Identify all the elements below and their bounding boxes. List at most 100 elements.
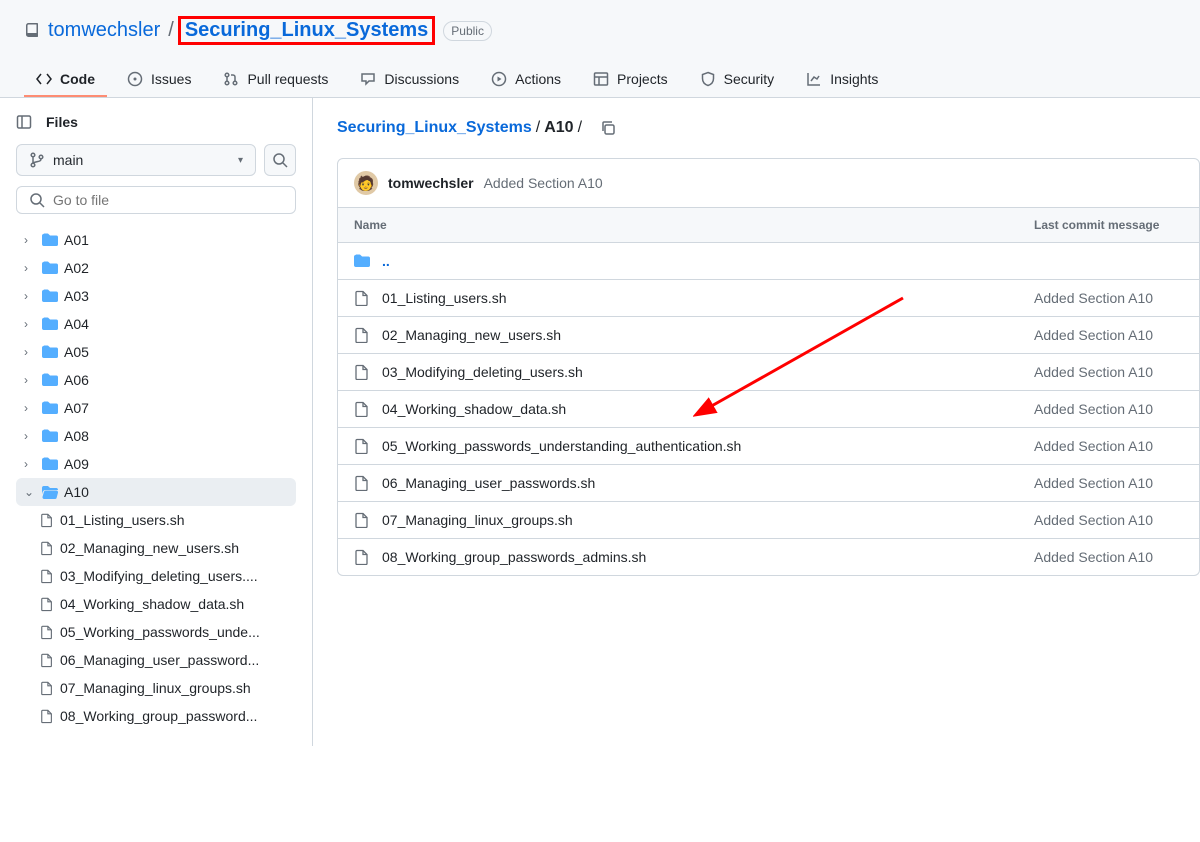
commit-message[interactable]: Added Section A10 — [484, 175, 603, 191]
folder-icon — [42, 316, 58, 332]
tab-issues[interactable]: Issues — [115, 63, 203, 97]
row-commit-msg[interactable]: Added Section A10 — [1034, 327, 1153, 343]
tree-file-02_managing_new_users.sh[interactable]: 02_Managing_new_users.sh — [16, 534, 296, 562]
tree-folder-a02[interactable]: ›A02 — [16, 254, 296, 282]
file-icon — [354, 327, 370, 343]
tab-label: Pull requests — [247, 71, 328, 87]
folder-icon — [42, 484, 58, 500]
file-table: Name Last commit message .. 01_Listing_u… — [337, 208, 1200, 576]
panel-icon[interactable] — [16, 114, 32, 130]
search-icon — [272, 152, 288, 168]
tree-folder-a05[interactable]: ›A05 — [16, 338, 296, 366]
tab-discussions[interactable]: Discussions — [348, 63, 471, 97]
file-icon — [354, 512, 370, 528]
file-row[interactable]: 05_Working_passwords_understanding_authe… — [338, 428, 1199, 465]
search-tree-button[interactable] — [264, 144, 296, 176]
tree-folder-a04[interactable]: ›A04 — [16, 310, 296, 338]
tab-actions[interactable]: Actions — [479, 63, 573, 97]
chevron-icon: › — [24, 261, 36, 275]
folder-icon — [42, 400, 58, 416]
file-row[interactable]: 06_Managing_user_passwords.sh Added Secti… — [338, 465, 1199, 502]
file-name[interactable]: 07_Managing_linux_groups.sh — [382, 512, 573, 528]
play-icon — [491, 71, 507, 87]
tree-item-label: A01 — [64, 232, 89, 248]
tab-label: Discussions — [384, 71, 459, 87]
file-name[interactable]: 06_Managing_user_passwords.sh — [382, 475, 595, 491]
branch-name: main — [53, 152, 83, 168]
file-icon — [354, 364, 370, 380]
file-name[interactable]: 02_Managing_new_users.sh — [382, 327, 561, 343]
avatar[interactable]: 🧑 — [354, 171, 378, 195]
path-separator: / — [168, 19, 174, 42]
row-commit-msg[interactable]: Added Section A10 — [1034, 290, 1153, 306]
tab-insights[interactable]: Insights — [794, 63, 890, 97]
file-filter-input[interactable] — [53, 192, 283, 208]
file-name[interactable]: 01_Listing_users.sh — [382, 290, 507, 306]
row-commit-msg[interactable]: Added Section A10 — [1034, 475, 1153, 491]
tree-folder-a03[interactable]: ›A03 — [16, 282, 296, 310]
row-commit-msg[interactable]: Added Section A10 — [1034, 364, 1153, 380]
branch-picker[interactable]: main ▾ — [16, 144, 256, 176]
row-commit-msg[interactable]: Added Section A10 — [1034, 401, 1153, 417]
tree-folder-a06[interactable]: ›A06 — [16, 366, 296, 394]
chevron-down-icon: ▾ — [238, 155, 243, 166]
tree-file-07_managing_linux_groups.sh[interactable]: 07_Managing_linux_groups.sh — [16, 674, 296, 702]
tree-file-08_working_group_password...[interactable]: 08_Working_group_password... — [16, 702, 296, 730]
tree-file-03_modifying_deleting_users....[interactable]: 03_Modifying_deleting_users.... — [16, 562, 296, 590]
parent-dir-row[interactable]: .. — [338, 243, 1199, 280]
file-filter[interactable] — [16, 186, 296, 214]
tab-projects[interactable]: Projects — [581, 63, 680, 97]
file-row[interactable]: 04_Working_shadow_data.sh Added Section A… — [338, 391, 1199, 428]
file-icon — [354, 438, 370, 454]
tree-file-05_working_passwords_unde...[interactable]: 05_Working_passwords_unde... — [16, 618, 296, 646]
folder-icon — [354, 253, 370, 269]
tab-code[interactable]: Code — [24, 63, 107, 97]
tab-pull-requests[interactable]: Pull requests — [211, 63, 340, 97]
tree-file-04_working_shadow_data.sh[interactable]: 04_Working_shadow_data.sh — [16, 590, 296, 618]
file-row[interactable]: 02_Managing_new_users.sh Added Section A1… — [338, 317, 1199, 354]
tab-security[interactable]: Security — [688, 63, 787, 97]
repo-name-link[interactable]: Securing_Linux_Systems — [185, 19, 428, 41]
file-icon — [40, 624, 54, 640]
latest-commit-bar[interactable]: 🧑 tomwechsler Added Section A10 — [337, 158, 1200, 208]
row-commit-msg[interactable]: Added Section A10 — [1034, 438, 1153, 454]
file-table-header: Name Last commit message — [338, 208, 1199, 243]
row-commit-msg[interactable]: Added Section A10 — [1034, 512, 1153, 528]
tree-item-label: A06 — [64, 372, 89, 388]
row-commit-msg[interactable]: Added Section A10 — [1034, 549, 1153, 565]
tree-folder-a09[interactable]: ›A09 — [16, 450, 296, 478]
tree-folder-a08[interactable]: ›A08 — [16, 422, 296, 450]
tree-folder-a10[interactable]: ⌄A10 — [16, 478, 296, 506]
file-icon — [40, 540, 54, 556]
tree-folder-a01[interactable]: › A01 — [16, 226, 296, 254]
tab-label: Issues — [151, 71, 191, 87]
tree-item-label: A07 — [64, 400, 89, 416]
issues-icon — [127, 71, 143, 87]
tab-label: Security — [724, 71, 775, 87]
tab-label: Actions — [515, 71, 561, 87]
file-row[interactable]: 03_Modifying_deleting_users.sh Added Sect… — [338, 354, 1199, 391]
tree-folder-a07[interactable]: ›A07 — [16, 394, 296, 422]
chevron-icon: › — [24, 457, 36, 471]
file-name[interactable]: 05_Working_passwords_understanding_authe… — [382, 438, 741, 454]
tab-label: Code — [60, 71, 95, 87]
repo-owner-link[interactable]: tomwechsler — [48, 19, 160, 42]
file-tree-sidebar: Files main ▾ ›A01›A02›A03›A04›A05›A06›A0… — [0, 98, 313, 746]
breadcrumb-root[interactable]: Securing_Linux_Systems — [337, 119, 532, 137]
tree-file-01_listing_users.sh[interactable]: 01_Listing_users.sh — [16, 506, 296, 534]
tree-item-label: A08 — [64, 428, 89, 444]
copy-path-button[interactable] — [594, 114, 622, 142]
file-row[interactable]: 08_Working_group_passwords_admins.sh Adde… — [338, 539, 1199, 575]
tree-item-label: A10 — [64, 484, 89, 500]
commit-author[interactable]: tomwechsler — [388, 175, 474, 191]
file-row[interactable]: 07_Managing_linux_groups.sh Added Section… — [338, 502, 1199, 539]
chevron-icon: › — [24, 233, 36, 247]
tree-file-06_managing_user_password...[interactable]: 06_Managing_user_password... — [16, 646, 296, 674]
file-name[interactable]: 08_Working_group_passwords_admins.sh — [382, 549, 646, 565]
file-name[interactable]: 03_Modifying_deleting_users.sh — [382, 364, 583, 380]
file-row[interactable]: 01_Listing_users.sh Added Section A10 — [338, 280, 1199, 317]
col-commit-msg: Last commit message — [1034, 218, 1159, 232]
tree-item-label: 05_Working_passwords_unde... — [60, 624, 260, 640]
file-icon — [40, 596, 54, 612]
file-name[interactable]: 04_Working_shadow_data.sh — [382, 401, 566, 417]
